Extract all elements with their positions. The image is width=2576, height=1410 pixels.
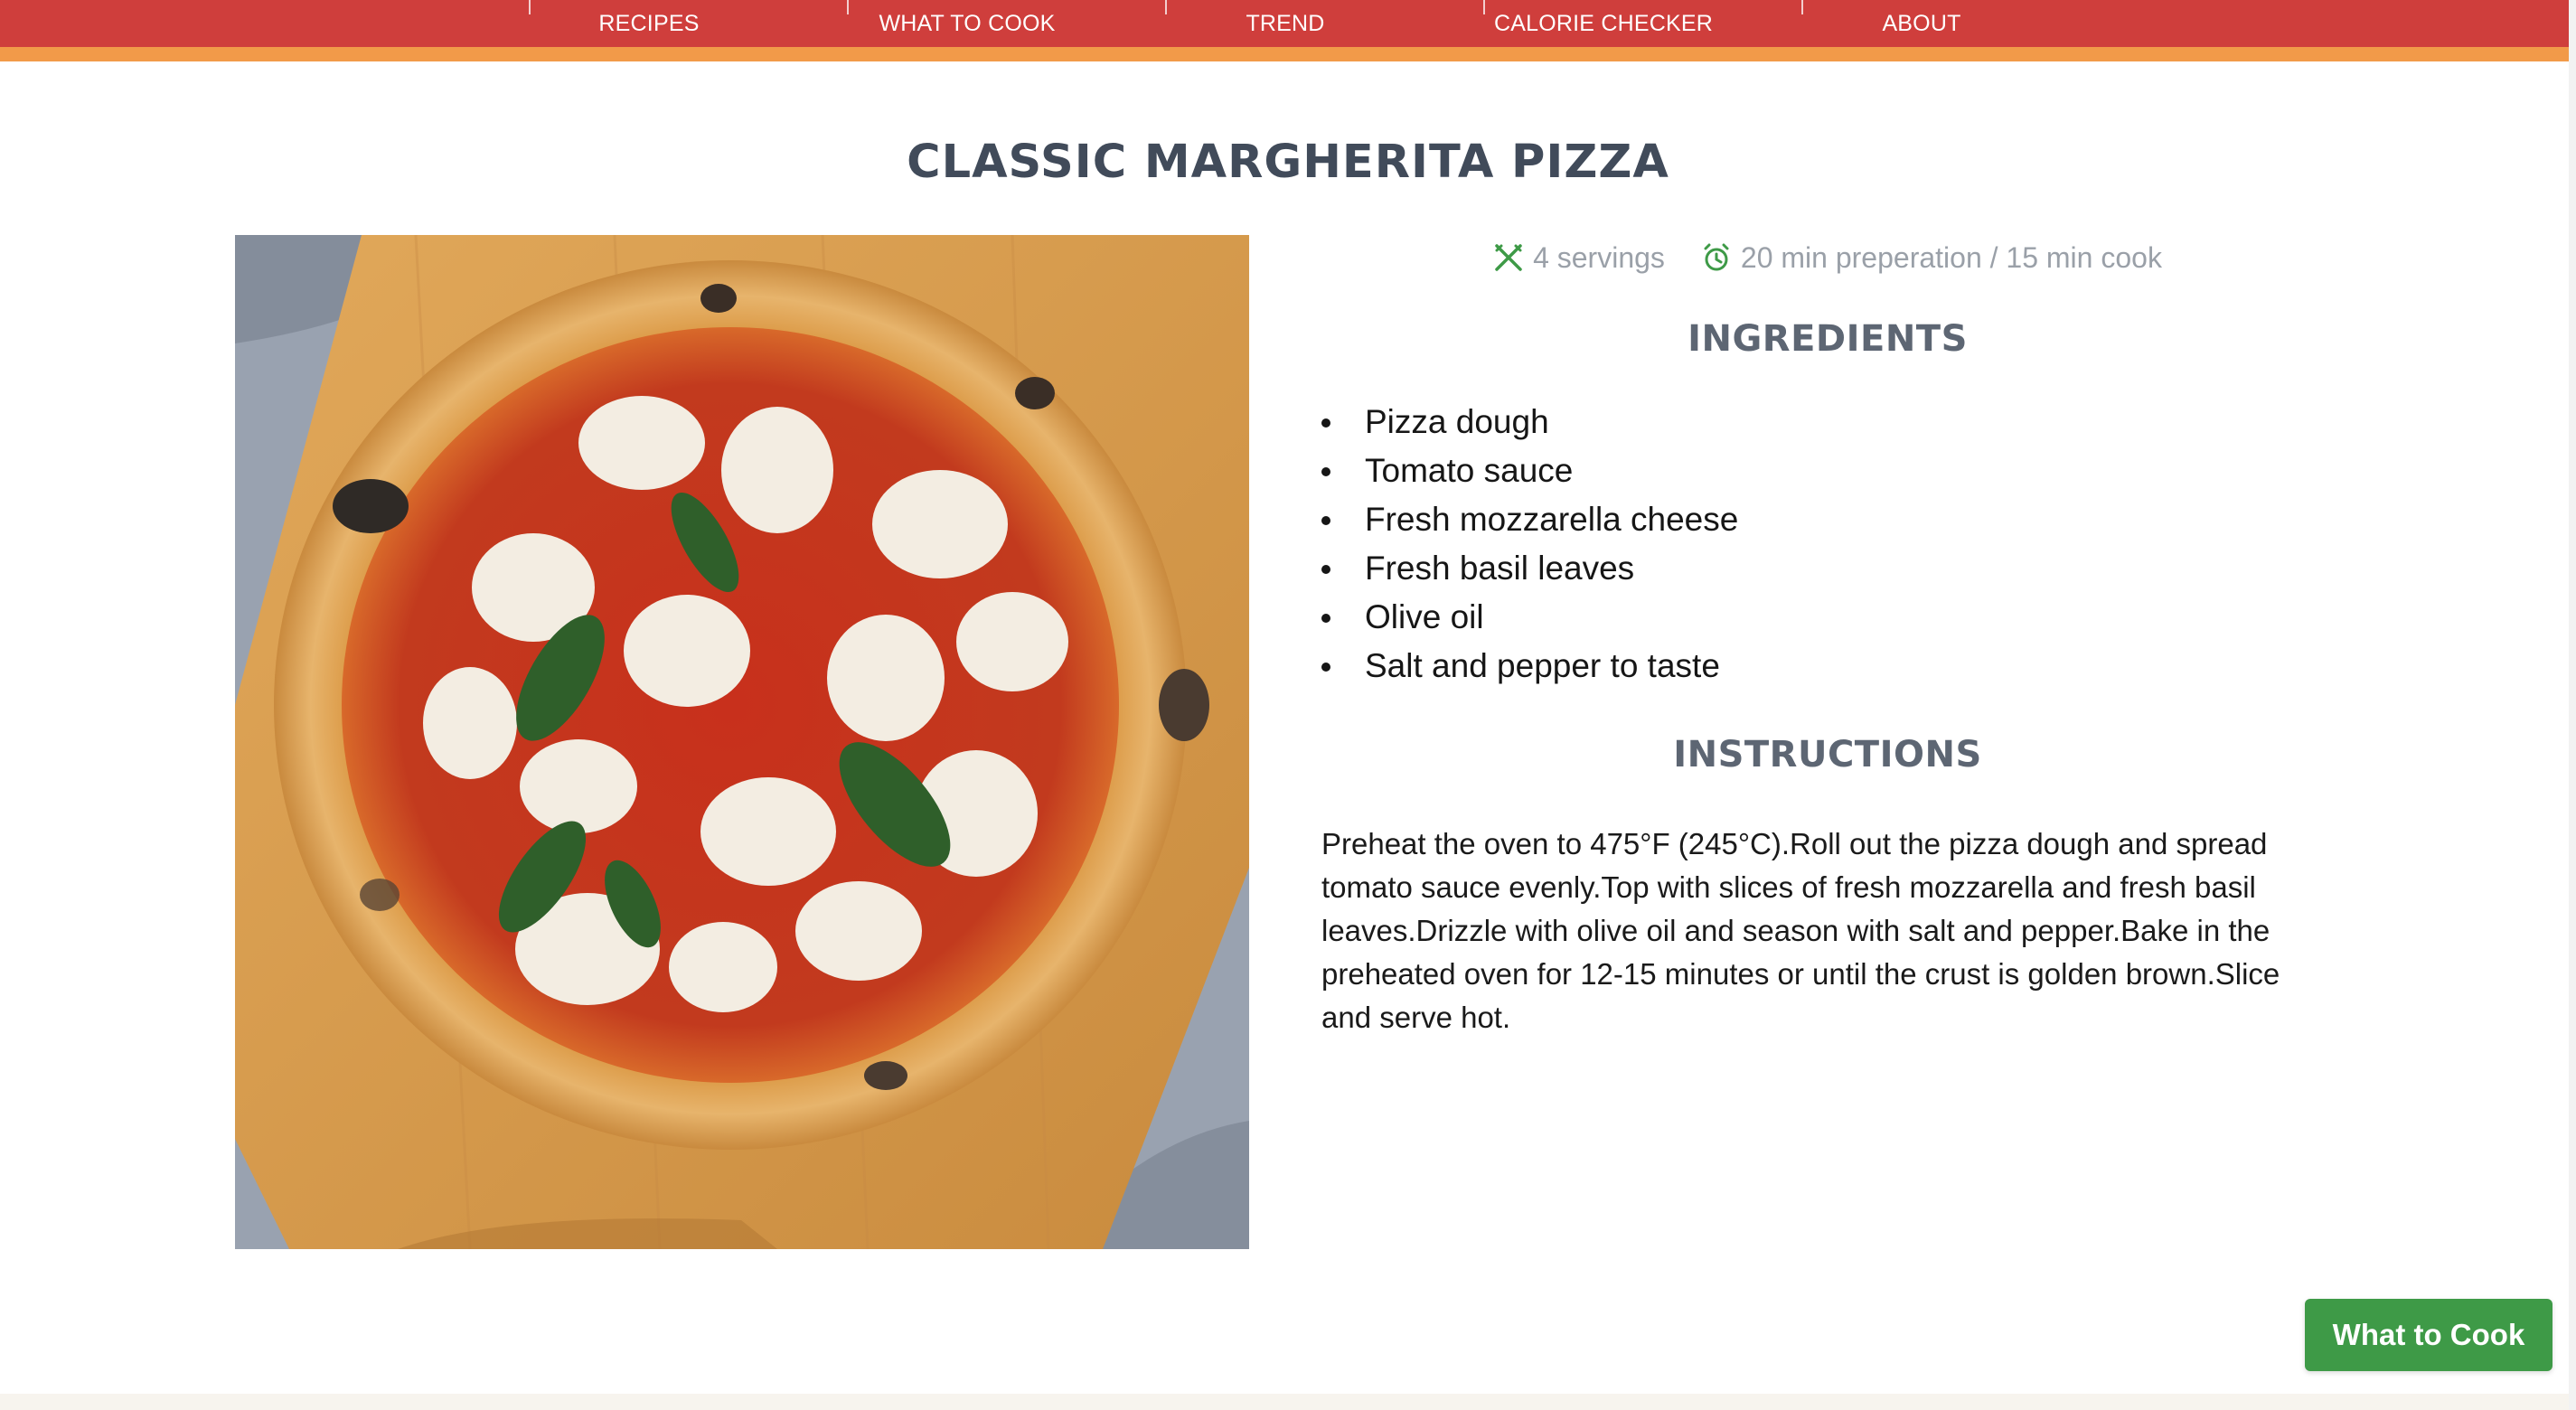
what-to-cook-button[interactable]: What to Cook — [2305, 1299, 2552, 1371]
time-text: 20 min preperation / 15 min cook — [1740, 240, 2162, 274]
time-info: 20 min preperation / 15 min cook — [1701, 241, 2162, 275]
pizza-photo — [235, 235, 1249, 1249]
nav-accent-stripe — [0, 47, 2576, 61]
instructions-heading: INSTRUCTIONS — [1673, 734, 1982, 776]
nav-item-recipes[interactable]: RECIPES — [490, 0, 808, 47]
nav-item-trend[interactable]: TREND — [1126, 0, 1444, 47]
utensils-icon — [1493, 242, 1524, 273]
nav-item-what-to-cook[interactable]: WHAT TO COOK — [808, 0, 1126, 47]
alarm-clock-icon — [1701, 242, 1732, 273]
page-scrollbar[interactable] — [2569, 0, 2576, 1410]
servings-info: 4 servings — [1493, 241, 1665, 275]
recipe-image — [235, 235, 1249, 1249]
page-title: CLASSIC MARGHERITA PIZZA — [907, 136, 1669, 189]
bullet-icon — [1321, 614, 1330, 623]
bullet-icon — [1321, 418, 1330, 428]
nav-item-about[interactable]: ABOUT — [1763, 0, 2081, 47]
ingredient-item: Fresh mozzarella cheese — [1321, 495, 2334, 544]
ingredients-list: Pizza dough Tomato sauce Fresh mozzarell… — [1321, 398, 2334, 691]
ingredient-item: Tomato sauce — [1321, 446, 2334, 495]
top-navigation: RECIPES WHAT TO COOK TREND CALORIE CHECK… — [0, 0, 2576, 47]
nav-item-calorie-checker[interactable]: CALORIE CHECKER — [1444, 0, 1763, 47]
bullet-icon — [1321, 467, 1330, 476]
bullet-icon — [1321, 565, 1330, 574]
recipe-meta: 4 servings 20 min preperation / 15 min c… — [1321, 235, 2334, 280]
bullet-icon — [1321, 516, 1330, 525]
footer-strip — [0, 1394, 2576, 1410]
ingredient-item: Olive oil — [1321, 593, 2334, 642]
ingredient-item: Fresh basil leaves — [1321, 544, 2334, 593]
bullet-icon — [1321, 663, 1330, 672]
ingredient-item: Pizza dough — [1321, 398, 2334, 446]
servings-text: 4 servings — [1533, 240, 1665, 274]
ingredient-item: Salt and pepper to taste — [1321, 642, 2334, 691]
instructions-text: Preheat the oven to 475°F (245°C).Roll o… — [1321, 827, 2280, 1034]
ingredients-heading: INGREDIENTS — [1688, 318, 1968, 360]
